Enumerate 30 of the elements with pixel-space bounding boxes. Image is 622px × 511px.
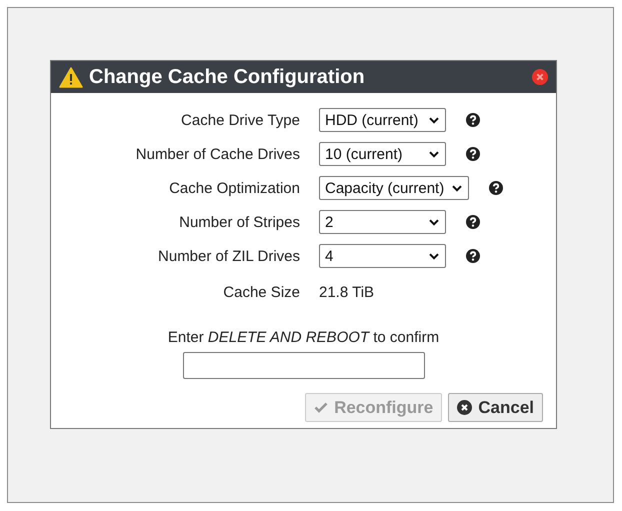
warning-icon <box>59 66 83 88</box>
field-value: 21.8 TiB <box>319 284 374 300</box>
help-icon[interactable] <box>489 181 504 195</box>
check-icon <box>314 402 328 413</box>
field-label: Cache Drive Type <box>181 112 300 128</box>
cancel-button[interactable]: Cancel <box>448 393 543 422</box>
field-label: Cache Optimization <box>169 180 300 196</box>
field-label: Number of Cache Drives <box>136 146 300 162</box>
help-icon[interactable] <box>466 113 480 127</box>
field-label: Number of Stripes <box>179 214 300 230</box>
caret-icon <box>429 116 439 124</box>
close-icon[interactable] <box>532 69 548 85</box>
help-icon[interactable] <box>466 249 480 263</box>
dropdown[interactable]: 10 (current) <box>319 142 446 166</box>
caret-icon <box>429 252 439 260</box>
close-icon <box>457 400 472 415</box>
confirm-instruction: Enter DELETE AND REBOOT to confirm <box>168 329 440 346</box>
dropdown[interactable]: HDD (current) <box>319 108 446 132</box>
dropdown[interactable]: 4 <box>319 244 446 268</box>
input-field[interactable] <box>182 352 424 379</box>
help-icon[interactable] <box>466 147 480 161</box>
caret-icon <box>452 184 462 192</box>
dropdown[interactable]: 2 <box>319 210 446 234</box>
field-label: Cache Size <box>223 284 300 300</box>
caret-icon <box>429 150 439 158</box>
caret-icon <box>429 218 439 226</box>
field-label: Number of ZIL Drives <box>158 248 300 264</box>
dialog-title: Change Cache Configuration <box>89 66 365 88</box>
help-icon[interactable] <box>466 215 480 229</box>
dropdown[interactable]: Capacity (current) <box>319 176 470 200</box>
